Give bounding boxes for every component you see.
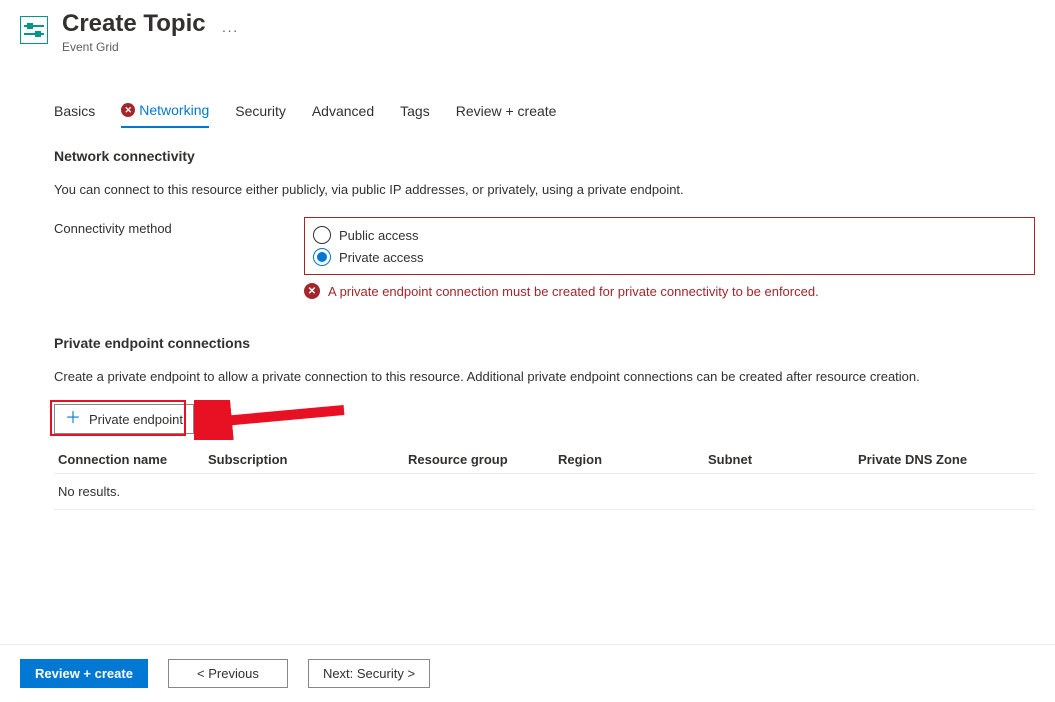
- next-button[interactable]: Next: Security >: [308, 659, 430, 688]
- radio-icon: [313, 248, 331, 266]
- page-header: Create Topic Event Grid ···: [0, 0, 1055, 54]
- error-icon: [121, 103, 135, 117]
- plus-icon: ＋: [65, 411, 81, 427]
- tab-tags[interactable]: Tags: [400, 102, 430, 128]
- add-private-endpoint-button[interactable]: ＋ Private endpoint: [54, 404, 194, 434]
- radio-label: Public access: [339, 228, 418, 243]
- radio-label: Private access: [339, 250, 424, 265]
- previous-button[interactable]: < Previous: [168, 659, 288, 688]
- pe-section-title: Private endpoint connections: [54, 335, 1035, 351]
- pe-table: Connection name Subscription Resource gr…: [54, 446, 1035, 510]
- radio-icon: [313, 226, 331, 244]
- col-subscription[interactable]: Subscription: [208, 452, 408, 467]
- tab-networking[interactable]: Networking: [121, 102, 209, 128]
- tab-review[interactable]: Review + create: [456, 102, 557, 128]
- button-label: Private endpoint: [89, 412, 183, 427]
- col-connection-name[interactable]: Connection name: [58, 452, 208, 467]
- connectivity-label: Connectivity method: [54, 217, 304, 236]
- network-section-title: Network connectivity: [54, 148, 1035, 164]
- annotation-arrow-icon: [194, 400, 354, 440]
- radio-public-access[interactable]: Public access: [313, 224, 1026, 246]
- table-empty-row: No results.: [54, 474, 1035, 510]
- footer: Review + create < Previous Next: Securit…: [0, 644, 1055, 702]
- tab-security[interactable]: Security: [235, 102, 286, 128]
- page-title: Create Topic: [62, 10, 206, 38]
- resource-icon: [20, 16, 48, 44]
- tab-basics[interactable]: Basics: [54, 102, 95, 128]
- tab-advanced[interactable]: Advanced: [312, 102, 374, 128]
- page-subtitle: Event Grid: [62, 40, 206, 54]
- review-create-button[interactable]: Review + create: [20, 659, 148, 688]
- connectivity-error: A private endpoint connection must be cr…: [304, 283, 1035, 299]
- radio-private-access[interactable]: Private access: [313, 246, 1026, 268]
- col-subnet[interactable]: Subnet: [708, 452, 858, 467]
- network-section-desc: You can connect to this resource either …: [54, 182, 1035, 197]
- tabs: Basics Networking Security Advanced Tags…: [54, 102, 1055, 128]
- more-icon[interactable]: ···: [222, 22, 239, 38]
- connectivity-radio-group: Public access Private access: [304, 217, 1035, 275]
- col-region[interactable]: Region: [558, 452, 708, 467]
- col-dns-zone[interactable]: Private DNS Zone: [858, 452, 1018, 467]
- pe-section-desc: Create a private endpoint to allow a pri…: [54, 369, 1035, 384]
- error-icon: [304, 283, 320, 299]
- col-resource-group[interactable]: Resource group: [408, 452, 558, 467]
